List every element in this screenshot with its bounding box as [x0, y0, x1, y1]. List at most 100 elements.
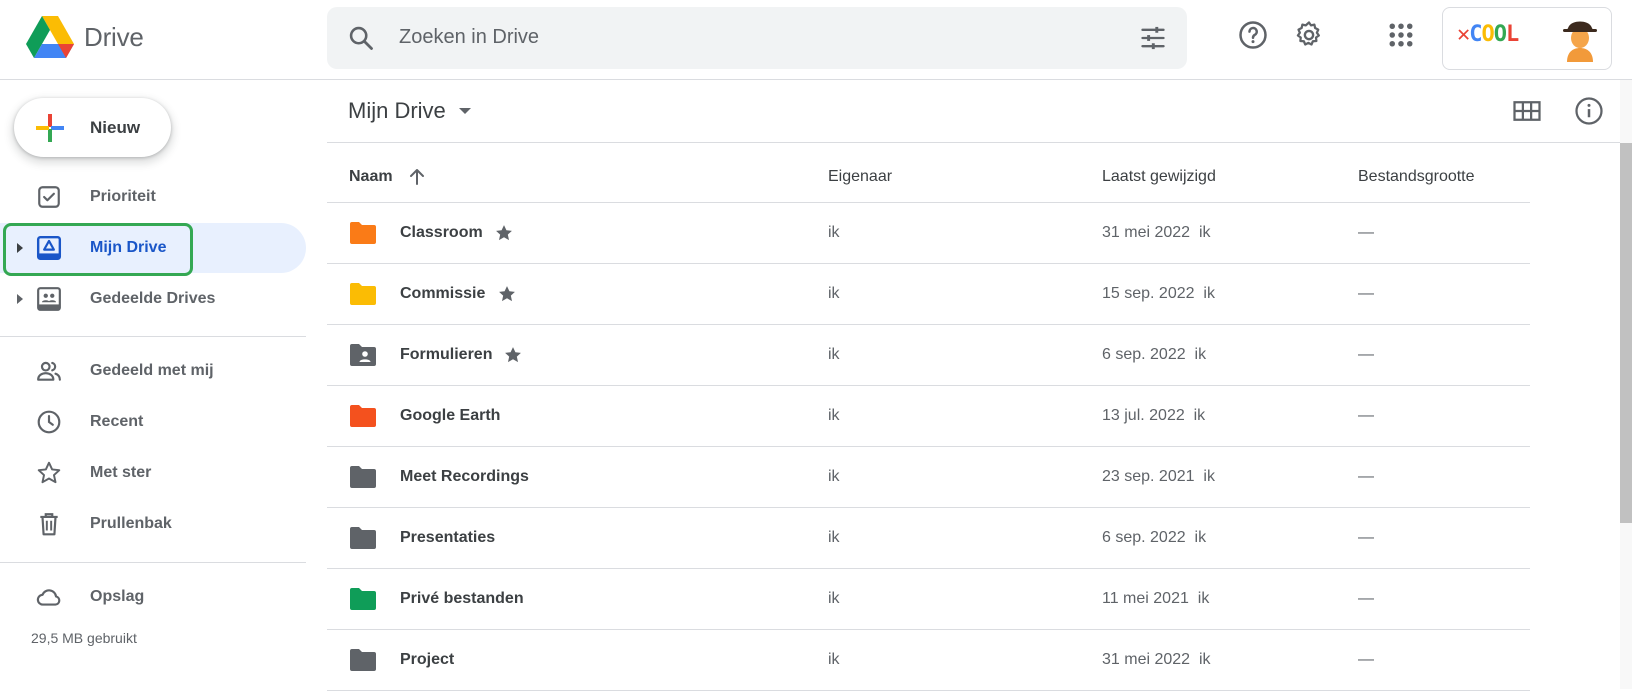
help-icon[interactable] — [1238, 20, 1268, 50]
info-icon[interactable] — [1574, 96, 1604, 126]
modified-date: 31 mei 2022 — [1102, 651, 1191, 668]
folder-icon — [350, 283, 376, 305]
shared-folder-icon — [350, 344, 376, 366]
selection-highlight — [3, 223, 193, 276]
file-owner: ik — [828, 651, 840, 668]
file-name[interactable]: Meet Recordings — [400, 468, 529, 486]
table-row[interactable]: Classroom ik 31 mei 2022 ik — — [327, 203, 1530, 264]
search-options-icon[interactable] — [1139, 24, 1167, 52]
file-size: — — [1358, 407, 1374, 424]
folder-icon — [350, 222, 376, 244]
column-header-name[interactable]: Naam — [349, 168, 393, 186]
file-name[interactable]: Privé bestanden — [400, 590, 524, 608]
table-row[interactable]: Privé bestanden ik 11 mei 2021 ik — — [327, 569, 1530, 630]
file-name[interactable]: Google Earth — [400, 407, 500, 425]
starred-icon[interactable] — [503, 345, 523, 365]
file-modified: 13 jul. 2022 ik — [1102, 407, 1205, 425]
file-modified: 11 mei 2021 ik — [1102, 590, 1209, 608]
table-row[interactable]: Presentaties ik 6 sep. 2022 ik — — [327, 508, 1530, 569]
file-owner: ik — [828, 224, 840, 241]
star-icon — [37, 461, 61, 484]
table-row[interactable]: Google Earth ik 13 jul. 2022 ik — — [327, 386, 1530, 447]
file-name[interactable]: Formulieren — [400, 346, 492, 364]
file-name[interactable]: Commissie — [400, 285, 485, 303]
shared-with-me-icon — [37, 361, 61, 381]
search-input[interactable]: Zoeken in Drive — [399, 26, 539, 49]
chevron-down-icon[interactable] — [458, 106, 472, 116]
file-owner: ik — [828, 590, 840, 607]
sidebar-item-label: Prullenbak — [90, 515, 172, 532]
sidebar-item-label: Opslag — [90, 588, 145, 605]
sidebar-item-shared-drives[interactable]: Gedeelde Drives — [0, 274, 306, 324]
file-modified: 31 mei 2022 ik — [1102, 651, 1211, 669]
folder-icon — [350, 588, 376, 610]
folder-icon — [350, 466, 376, 488]
account-switcher[interactable]: ✕COOL — [1442, 7, 1612, 70]
file-owner: ik — [828, 407, 840, 424]
file-size: — — [1358, 529, 1374, 546]
modified-date: 31 mei 2022 — [1102, 224, 1191, 241]
toolbar-divider — [327, 142, 1632, 143]
column-header-owner[interactable]: Eigenaar — [828, 168, 892, 186]
file-modified: 31 mei 2022 ik — [1102, 224, 1211, 242]
modified-date: 6 sep. 2022 — [1102, 346, 1186, 363]
folder-icon — [350, 527, 376, 549]
table-row[interactable]: Commissie ik 15 sep. 2022 ik — — [327, 264, 1530, 325]
starred-icon[interactable] — [497, 284, 517, 304]
sidebar-item-storage[interactable]: Opslag — [0, 572, 306, 622]
file-name[interactable]: Presentaties — [400, 529, 495, 547]
breadcrumb[interactable]: Mijn Drive — [348, 98, 472, 124]
drive-logo[interactable]: Drive — [26, 16, 144, 59]
file-size: — — [1358, 468, 1374, 485]
modified-by: ik — [1203, 468, 1215, 485]
file-size: — — [1358, 590, 1374, 607]
starred-icon[interactable] — [494, 223, 514, 243]
scrollbar-thumb[interactable] — [1620, 143, 1632, 523]
sidebar-item-label: Gedeeld met mij — [90, 362, 214, 379]
sidebar-item-label: Prioriteit — [90, 188, 156, 205]
sidebar-item-label: Recent — [90, 413, 144, 430]
modified-date: 13 jul. 2022 — [1102, 407, 1185, 424]
new-button[interactable]: Nieuw — [14, 98, 171, 157]
file-name[interactable]: Classroom — [400, 224, 483, 242]
gear-icon[interactable] — [1294, 20, 1324, 50]
file-modified: 23 sep. 2021 ik — [1102, 468, 1215, 486]
modified-by: ik — [1193, 407, 1206, 424]
file-size: — — [1358, 651, 1374, 668]
modified-date: 11 mei 2021 — [1102, 590, 1189, 607]
grid-view-icon[interactable] — [1512, 96, 1542, 126]
clock-icon — [37, 410, 61, 434]
sidebar-item-label: Met ster — [90, 464, 152, 481]
modified-date: 6 sep. 2022 — [1102, 529, 1186, 546]
modified-by: ik — [1203, 285, 1215, 302]
avatar[interactable] — [1557, 16, 1603, 62]
drive-logo-icon — [26, 16, 74, 58]
org-logo: ✕COOL — [1457, 22, 1519, 47]
file-modified: 6 sep. 2022 ik — [1102, 346, 1206, 364]
expand-caret-icon[interactable] — [14, 292, 26, 306]
file-size: — — [1358, 346, 1374, 363]
arrow-up-icon[interactable] — [407, 167, 427, 187]
file-owner: ik — [828, 346, 840, 363]
file-size: — — [1358, 285, 1374, 302]
modified-by: ik — [1198, 224, 1211, 241]
file-size: — — [1358, 224, 1374, 241]
table-row[interactable]: Meet Recordings ik 23 sep. 2021 ik — — [327, 447, 1530, 508]
sidebar-item-recent[interactable]: Recent — [0, 397, 306, 447]
file-owner: ik — [828, 285, 840, 302]
search-bar[interactable]: Zoeken in Drive — [327, 7, 1187, 69]
sidebar-item-starred[interactable]: Met ster — [0, 448, 306, 498]
apps-grid-icon[interactable] — [1386, 20, 1416, 50]
sidebar-item-priority[interactable]: Prioriteit — [0, 172, 306, 222]
search-icon[interactable] — [347, 24, 375, 52]
sidebar-item-label: Gedeelde Drives — [90, 290, 216, 307]
sidebar-item-shared-with-me[interactable]: Gedeeld met mij — [0, 346, 306, 396]
sidebar-item-trash[interactable]: Prullenbak — [0, 499, 306, 549]
folder-icon — [350, 649, 376, 671]
page-title[interactable]: Mijn Drive — [348, 98, 446, 124]
column-header-size[interactable]: Bestandsgrootte — [1358, 168, 1475, 186]
table-row[interactable]: Formulieren ik 6 sep. 2022 ik — — [327, 325, 1530, 386]
table-row[interactable]: Project ik 31 mei 2022 ik — — [327, 630, 1530, 691]
file-name[interactable]: Project — [400, 651, 454, 669]
column-header-modified[interactable]: Laatst gewijzigd — [1102, 168, 1216, 186]
